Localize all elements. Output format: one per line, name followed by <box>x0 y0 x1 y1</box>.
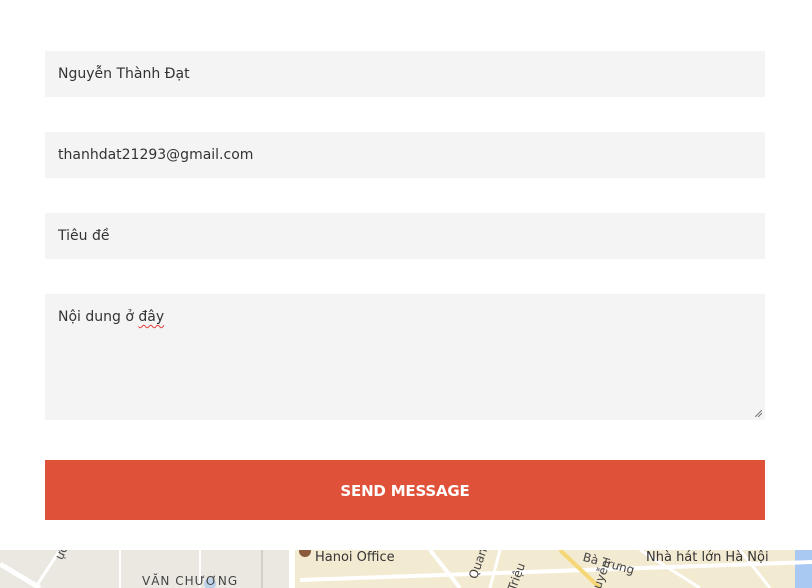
subject-input[interactable]: Tiêu đề <box>45 213 765 259</box>
send-message-button[interactable]: SEND MESSAGE <box>45 460 765 520</box>
map-label: Nhà hát lớn Hà Nội <box>646 550 769 565</box>
email-input-value: thanhdat21293@gmail.com <box>58 147 254 163</box>
resize-handle-icon[interactable] <box>755 410 762 417</box>
misspelled-word: đây <box>138 309 165 325</box>
name-input[interactable]: Nguyễn Thành Đạt <box>45 51 765 97</box>
name-input-value: Nguyễn Thành Đạt <box>58 66 190 82</box>
message-textarea[interactable]: Nội dung ở đây <box>45 294 765 420</box>
subject-input-value: Tiêu đề <box>58 228 110 244</box>
email-input[interactable]: thanhdat21293@gmail.com <box>45 132 765 178</box>
message-text: Nội dung ở <box>58 309 139 325</box>
map-label: VĂN CHƯƠNG <box>142 574 239 588</box>
map[interactable]: ực Thần VĂN CHƯƠNG Hanoi Office Quan Tri… <box>0 550 812 588</box>
map-label-office: Hanoi Office <box>315 550 395 565</box>
